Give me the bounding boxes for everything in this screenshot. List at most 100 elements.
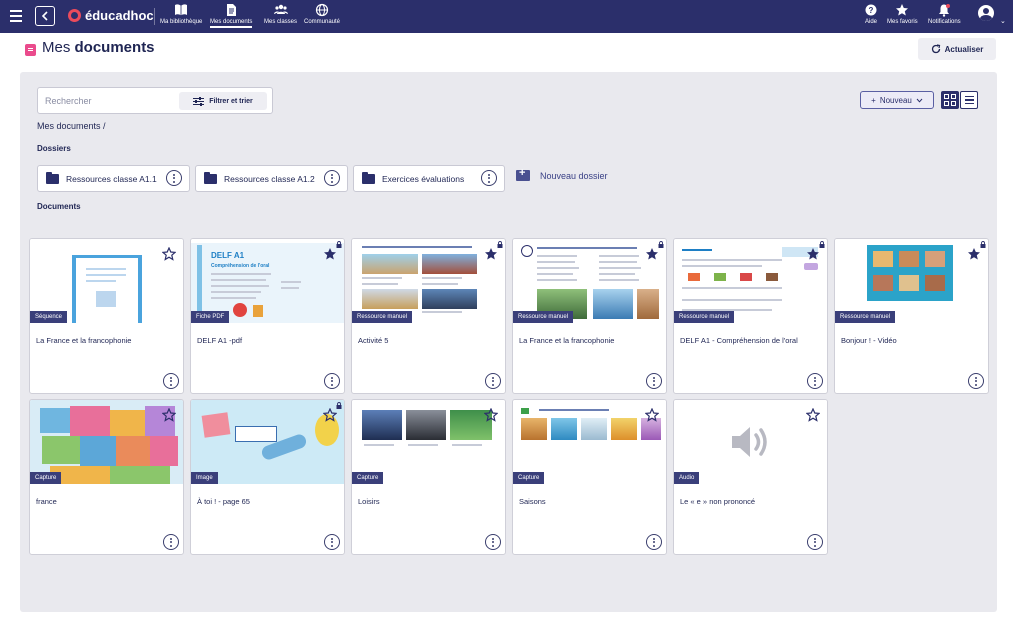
photo-skyline — [422, 289, 477, 309]
document-card[interactable]: Ressource manuel Activité 5 — [351, 238, 506, 394]
document-card[interactable]: Ressource manuel Bonjour ! - Vidéo — [834, 238, 989, 394]
star-filled-icon[interactable] — [967, 247, 981, 261]
grid-view-toggle[interactable] — [941, 91, 959, 109]
photo-autumn — [521, 418, 547, 440]
new-button[interactable]: + Nouveau — [860, 91, 934, 109]
refresh-button[interactable]: Actualiser — [918, 38, 996, 60]
nav-item-community[interactable]: Communauté — [304, 3, 340, 25]
star-filled-icon[interactable] — [645, 247, 659, 261]
star-outline-icon[interactable] — [645, 408, 659, 422]
brand-logo[interactable]: éducadhoc — [68, 8, 154, 23]
document-card[interactable]: Audio Le « e » non prononcé — [673, 399, 828, 555]
pdf-heading: DELF A1 — [211, 251, 245, 260]
filter-sort-button[interactable]: Filtrer et trier — [179, 92, 267, 110]
document-title: DELF A1 - Compréhension de l'oral — [680, 336, 798, 345]
star-filled-icon[interactable] — [484, 247, 498, 261]
help-icon: ? — [865, 4, 877, 16]
photo-crowd — [406, 410, 446, 440]
page-title-prefix: Mes — [42, 39, 71, 56]
more-options-icon[interactable] — [163, 373, 179, 389]
photo-spring — [611, 418, 637, 440]
nav-item-favorites-label: Mes favoris — [887, 19, 918, 25]
more-options-icon[interactable] — [968, 373, 984, 389]
filter-sort-label: Filtrer et trier — [209, 97, 253, 105]
book-icon — [175, 4, 188, 16]
star-filled-icon[interactable] — [806, 247, 820, 261]
photo-pyramids — [362, 289, 418, 309]
more-options-icon[interactable] — [485, 373, 501, 389]
document-card[interactable]: Capture Loisirs — [351, 399, 506, 555]
add-folder-icon — [516, 167, 530, 181]
nav-item-classes[interactable]: Mes classes — [264, 3, 297, 25]
document-card[interactable]: Capture Saisons — [512, 399, 667, 555]
nav-item-classes-label: Mes classes — [264, 19, 298, 25]
nav-item-library[interactable]: Ma bibliothèque — [160, 3, 202, 25]
folder-item[interactable]: Exercices évaluations — [353, 165, 505, 192]
document-title: Bonjour ! - Vidéo — [841, 336, 897, 345]
document-card[interactable]: Ressource manuel DELF A1 - Compréhension… — [673, 238, 828, 394]
folder-item[interactable]: Ressources classe A1.1 — [37, 165, 190, 192]
nav-item-favorites[interactable]: Mes favoris — [887, 3, 918, 25]
nav-item-notifications[interactable]: Notifications — [928, 3, 961, 25]
photo-city — [422, 254, 477, 274]
chevron-down-icon — [916, 98, 923, 103]
folder-item[interactable]: Ressources classe A1.2 — [195, 165, 348, 192]
star-outline-icon[interactable] — [162, 247, 176, 261]
more-options-icon[interactable] — [324, 170, 340, 186]
star-filled-icon[interactable] — [323, 247, 337, 261]
document-title: À toi ! - page 65 — [197, 497, 250, 506]
more-options-icon[interactable] — [807, 373, 823, 389]
more-options-icon[interactable] — [163, 534, 179, 550]
more-options-icon[interactable] — [324, 534, 340, 550]
nav-item-community-label: Communauté — [304, 19, 341, 25]
nav-divider — [154, 8, 155, 25]
document-card[interactable]: Capture france — [29, 399, 184, 555]
document-title: Activité 5 — [358, 336, 389, 345]
search-box: Filtrer et trier — [37, 87, 273, 114]
nav-item-help[interactable]: ? Aide — [864, 3, 878, 25]
documents-panel: Filtrer et trier + Nouveau Mes documents… — [20, 72, 997, 612]
folders-heading: Dossiers — [37, 144, 71, 153]
document-title: La France et la francophonie — [519, 336, 615, 345]
star-outline-icon[interactable] — [806, 408, 820, 422]
nav-item-documents[interactable]: Mes documents — [210, 3, 253, 28]
new-folder-button[interactable]: Nouveau dossier — [516, 167, 608, 181]
documents-heading: Documents — [37, 202, 81, 211]
search-input[interactable] — [45, 93, 175, 109]
document-title: DELF A1 -pdf — [197, 336, 243, 345]
document-card[interactable]: DELF A1 Compréhension de l'oral Fiche PD… — [190, 238, 345, 394]
svg-text:?: ? — [869, 6, 874, 15]
more-options-icon[interactable] — [485, 534, 501, 550]
document-icon — [227, 4, 237, 16]
photo-building — [637, 289, 659, 319]
more-options-icon[interactable] — [807, 534, 823, 550]
plus-icon: + — [871, 95, 876, 105]
document-card[interactable]: Ressource manuel La France et la francop… — [512, 238, 667, 394]
more-options-icon[interactable] — [481, 170, 497, 186]
folder-icon — [204, 171, 217, 184]
more-options-icon[interactable] — [646, 534, 662, 550]
star-icon — [896, 4, 909, 16]
list-view-toggle[interactable] — [960, 91, 978, 109]
breadcrumb[interactable]: Mes documents / — [37, 121, 106, 131]
back-button[interactable] — [35, 6, 55, 26]
star-outline-icon[interactable] — [484, 408, 498, 422]
more-options-icon[interactable] — [646, 373, 662, 389]
users-icon — [273, 4, 288, 14]
star-outline-icon[interactable] — [323, 408, 337, 422]
star-outline-icon[interactable] — [162, 408, 176, 422]
user-avatar[interactable] — [978, 5, 994, 21]
document-type-badge: Capture — [30, 472, 62, 484]
document-card[interactable]: Séquence La France et la francophonie — [29, 238, 184, 394]
more-options-icon[interactable] — [166, 170, 182, 186]
chevron-down-icon[interactable]: ⌄ — [1000, 17, 1006, 25]
folder-icon — [362, 171, 375, 184]
menu-icon[interactable] — [10, 10, 22, 22]
document-title: france — [36, 497, 57, 506]
more-options-icon[interactable] — [324, 373, 340, 389]
document-card[interactable]: Image À toi ! - page 65 — [190, 399, 345, 555]
photo-beach — [362, 254, 418, 274]
document-type-badge: Capture — [513, 472, 545, 484]
document-type-badge: Séquence — [30, 311, 68, 323]
document-type-badge: Ressource manuel — [835, 311, 896, 323]
